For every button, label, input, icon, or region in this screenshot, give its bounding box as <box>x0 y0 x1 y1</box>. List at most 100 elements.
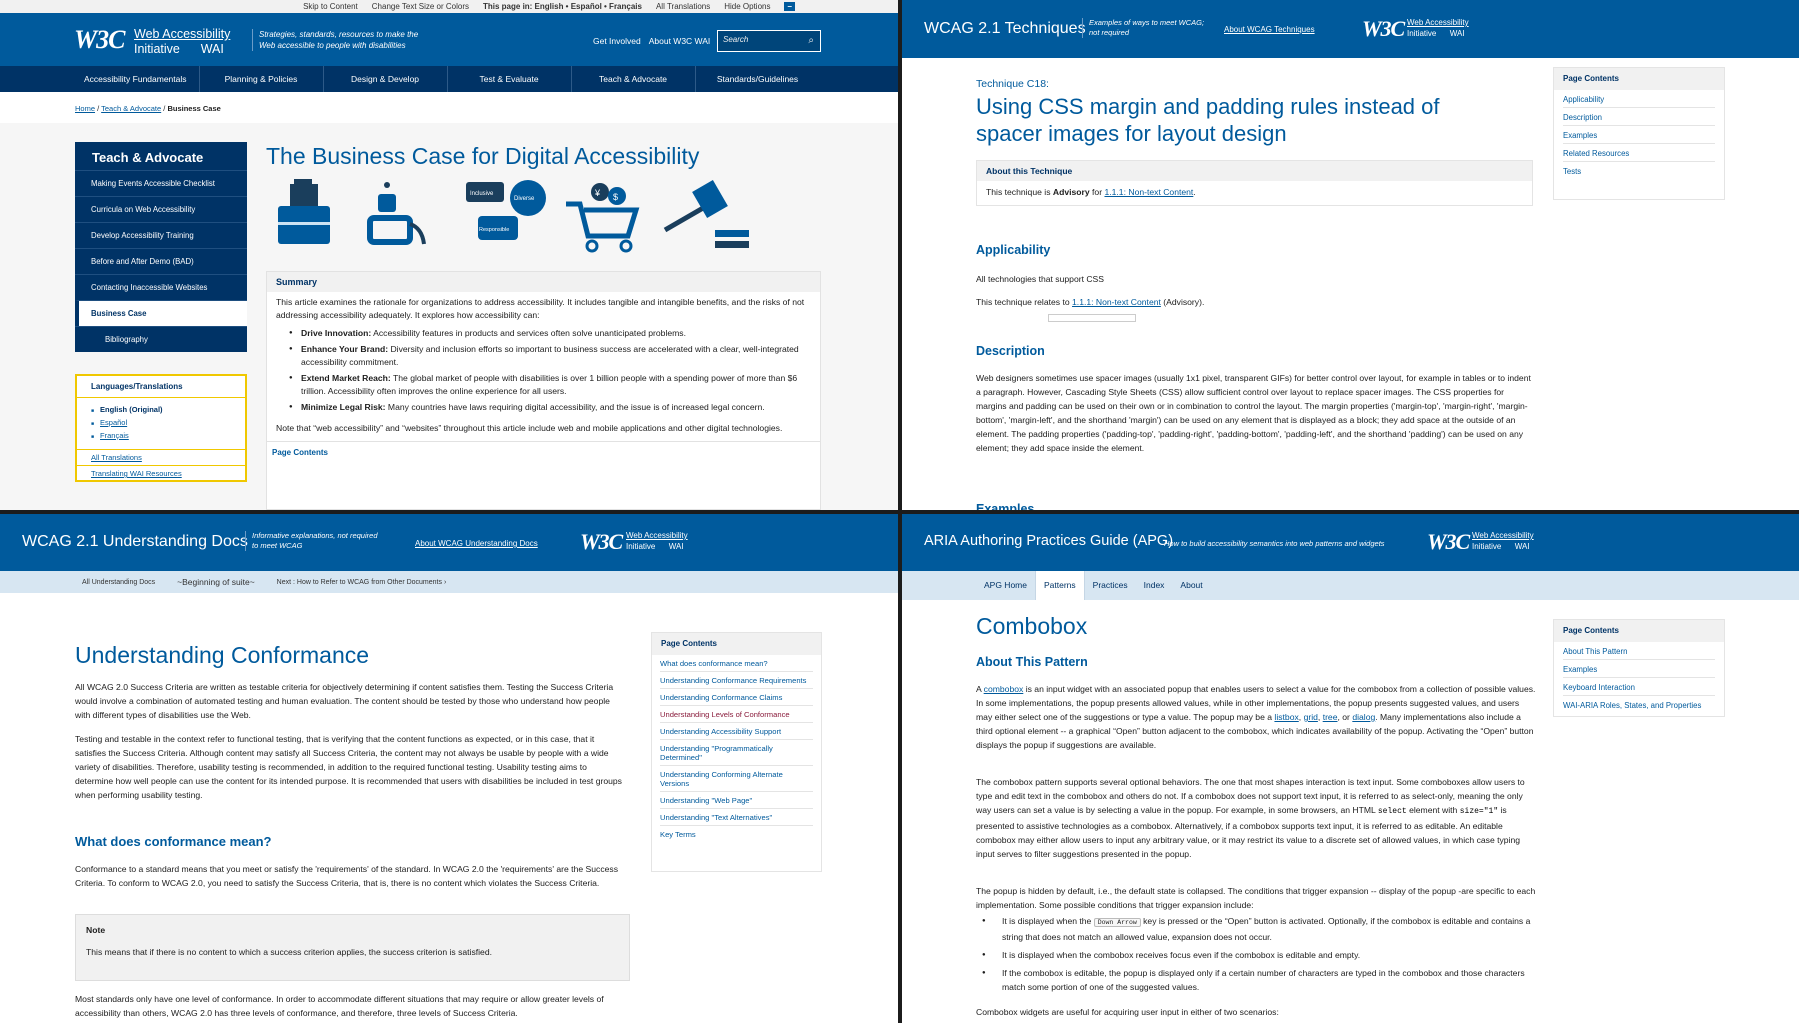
toc-item[interactable]: Examples <box>1563 126 1715 144</box>
toc-item[interactable]: What does conformance mean? <box>660 655 813 672</box>
nav-accessibility-fundamentals[interactable]: Accessibility Fundamentals <box>72 66 200 92</box>
site-title[interactable]: WCAG 2.1 Techniques <box>924 20 1086 38</box>
understanding-conformance-page: WCAG 2.1 Understanding Docs Informative … <box>0 514 898 1023</box>
combobox-link[interactable]: combobox <box>984 684 1024 694</box>
wai-logo-text[interactable]: Web Accessibility Initiative WAI <box>626 530 688 552</box>
breadcrumb-home[interactable]: Home <box>75 104 95 113</box>
sidebar-title[interactable]: Teach & Advocate <box>75 142 247 170</box>
sidebar-item-bibliography[interactable]: Bibliography <box>75 326 247 352</box>
site-tagline: How to build accessibility semantics int… <box>1164 539 1385 548</box>
robot-icon <box>367 182 426 245</box>
w3c-logo[interactable]: W3C <box>1362 16 1405 42</box>
apg-combobox-page: ARIA Authoring Practices Guide (APG) How… <box>902 514 1799 1023</box>
sc-link[interactable]: 1.1.1: Non-text Content <box>1104 187 1193 197</box>
toc-item[interactable]: About This Pattern <box>1563 642 1715 660</box>
list-item: Extend Market Reach: The global market o… <box>289 372 810 398</box>
nav-standards-guidelines[interactable]: Standards/Guidelines <box>696 66 820 92</box>
toc-item[interactable]: Description <box>1563 108 1715 126</box>
search-icon[interactable]: ⌕ <box>808 35 814 46</box>
sidebar-item-business-case[interactable]: Business Case <box>75 300 247 326</box>
search-placeholder: Search <box>723 35 749 44</box>
search-input[interactable]: Search ⌕ <box>717 30 821 52</box>
about-understanding-link[interactable]: About WCAG Understanding Docs <box>415 539 538 548</box>
all-translations-link[interactable]: All Translations <box>656 2 710 11</box>
grid-link[interactable]: grid <box>1304 712 1318 722</box>
wai-logo-text[interactable]: Web Accessibility Initiative WAI <box>1472 530 1534 552</box>
w3c-logo[interactable]: W3C <box>1427 529 1470 555</box>
page-title: Using CSS margin and padding rules inste… <box>976 94 1440 146</box>
toc-item[interactable]: Understanding Conformance Claims <box>660 689 813 706</box>
expansion-conditions-list: It is displayed when the Down Arrow key … <box>982 914 1540 998</box>
tab-index[interactable]: Index <box>1136 571 1173 600</box>
summary-box: Summary This article examines the ration… <box>266 271 821 510</box>
tab-patterns[interactable]: Patterns <box>1035 571 1085 600</box>
toc-item[interactable]: WAI-ARIA Roles, States, and Properties <box>1563 696 1715 713</box>
skip-to-content-link[interactable]: Skip to Content <box>303 2 358 11</box>
toc-item[interactable]: Understanding "Web Page" <box>660 792 813 809</box>
speech-bubbles-icon: Inclusive Diverse Responsible <box>466 180 546 240</box>
dialog-link[interactable]: dialog <box>1352 712 1375 722</box>
apg-tab-bar: APG Home Patterns Practices Index About <box>902 571 1799 600</box>
description-heading: Description <box>976 344 1045 358</box>
sidebar-item[interactable]: Before and After Demo (BAD) <box>75 248 247 274</box>
page-title: The Business Case for Digital Accessibil… <box>266 143 700 169</box>
tab-apg-home[interactable]: APG Home <box>976 571 1035 600</box>
toc-item[interactable]: Understanding Accessibility Support <box>660 723 813 740</box>
get-involved-link[interactable]: Get Involved <box>593 36 641 46</box>
about-wai-link[interactable]: About W3C WAI <box>649 36 711 46</box>
sidebar-item[interactable]: Develop Accessibility Training <box>75 222 247 248</box>
list-item: It is displayed when the combobox receiv… <box>982 948 1540 962</box>
toc-item[interactable]: Keyboard Interaction <box>1563 678 1715 696</box>
sidebar-item[interactable]: Contacting Inaccessible Websites <box>75 274 247 300</box>
toc-item[interactable]: Understanding Conformance Requirements <box>660 672 813 689</box>
about-techniques-link[interactable]: About WCAG Techniques <box>1224 25 1315 34</box>
page-contents-heading[interactable]: Page Contents <box>267 441 820 463</box>
nav-teach-advocate[interactable]: Teach & Advocate <box>572 66 696 92</box>
w3c-logo[interactable]: W3C <box>74 25 125 55</box>
translating-wai-link[interactable]: Translating WAI Resources <box>91 469 182 478</box>
collapse-icon[interactable]: – <box>784 2 795 11</box>
hide-options-label[interactable]: Hide Options <box>724 2 770 11</box>
toc-item[interactable]: Related Resources <box>1563 144 1715 162</box>
sidebar-nav: Teach & Advocate Making Events Accessibl… <box>75 142 247 352</box>
site-title[interactable]: ARIA Authoring Practices Guide (APG) <box>924 533 1173 549</box>
applicability-text-2: This technique relates to 1.1.1: Non-tex… <box>976 297 1205 307</box>
toc-item[interactable]: Understanding "Programmatically Determin… <box>660 740 813 766</box>
paragraph: Testing and testable in the context refe… <box>75 734 622 800</box>
all-translations-sidebar-link[interactable]: All Translations <box>91 453 142 462</box>
tab-practices[interactable]: Practices <box>1085 571 1136 600</box>
sidebar-item[interactable]: Making Events Accessible Checklist <box>75 170 247 196</box>
summary-title: Summary <box>267 272 820 292</box>
toc-item[interactable]: Examples <box>1563 660 1715 678</box>
next-doc-link[interactable]: Next : How to Refer to WCAG from Other D… <box>277 579 447 586</box>
tree-link[interactable]: tree <box>1323 712 1338 722</box>
lang-espanol[interactable]: Español <box>91 417 231 430</box>
change-text-size-link[interactable]: Change Text Size or Colors <box>372 2 469 11</box>
site-title[interactable]: WCAG 2.1 Understanding Docs <box>22 533 248 551</box>
wai-logo-text[interactable]: Web Accessibility Initiative WAI <box>1407 17 1469 39</box>
toc-item[interactable]: Tests <box>1563 162 1715 179</box>
nav-test-evaluate[interactable]: Test & Evaluate <box>448 66 572 92</box>
toc-item[interactable]: Understanding Conforming Alternate Versi… <box>660 766 813 792</box>
w3c-logo[interactable]: W3C <box>580 529 623 555</box>
toc-item[interactable]: Applicability <box>1563 90 1715 108</box>
about-technique-box: About this Technique This technique is A… <box>976 160 1533 206</box>
description-text: Web designers sometimes use spacer image… <box>976 373 1531 453</box>
nav-planning-policies[interactable]: Planning & Policies <box>200 66 324 92</box>
tab-about[interactable]: About <box>1172 571 1210 600</box>
applicability-heading: Applicability <box>976 243 1051 257</box>
toc-item[interactable]: Understanding Levels of Conformance <box>660 706 813 723</box>
wai-logo-text[interactable]: Web Accessibility Initiative WAI <box>134 27 230 57</box>
all-understanding-docs-link[interactable]: All Understanding Docs <box>82 579 155 586</box>
wcag-techniques-page: WCAG 2.1 Techniques Examples of ways to … <box>902 0 1799 510</box>
toc-item[interactable]: Key Terms <box>660 826 813 842</box>
nav-design-develop[interactable]: Design & Develop <box>324 66 448 92</box>
lang-francais[interactable]: Français <box>91 430 231 443</box>
toc-item[interactable]: Understanding "Text Alternatives" <box>660 809 813 826</box>
listbox-link[interactable]: listbox <box>1274 712 1298 722</box>
bubble-responsible: Responsible <box>479 227 509 233</box>
sc-link[interactable]: 1.1.1: Non-text Content <box>1072 297 1161 307</box>
page-language-selector[interactable]: This page in: English • Español • França… <box>483 2 642 11</box>
breadcrumb-teach-advocate[interactable]: Teach & Advocate <box>101 104 161 113</box>
sidebar-item[interactable]: Curricula on Web Accessibility <box>75 196 247 222</box>
